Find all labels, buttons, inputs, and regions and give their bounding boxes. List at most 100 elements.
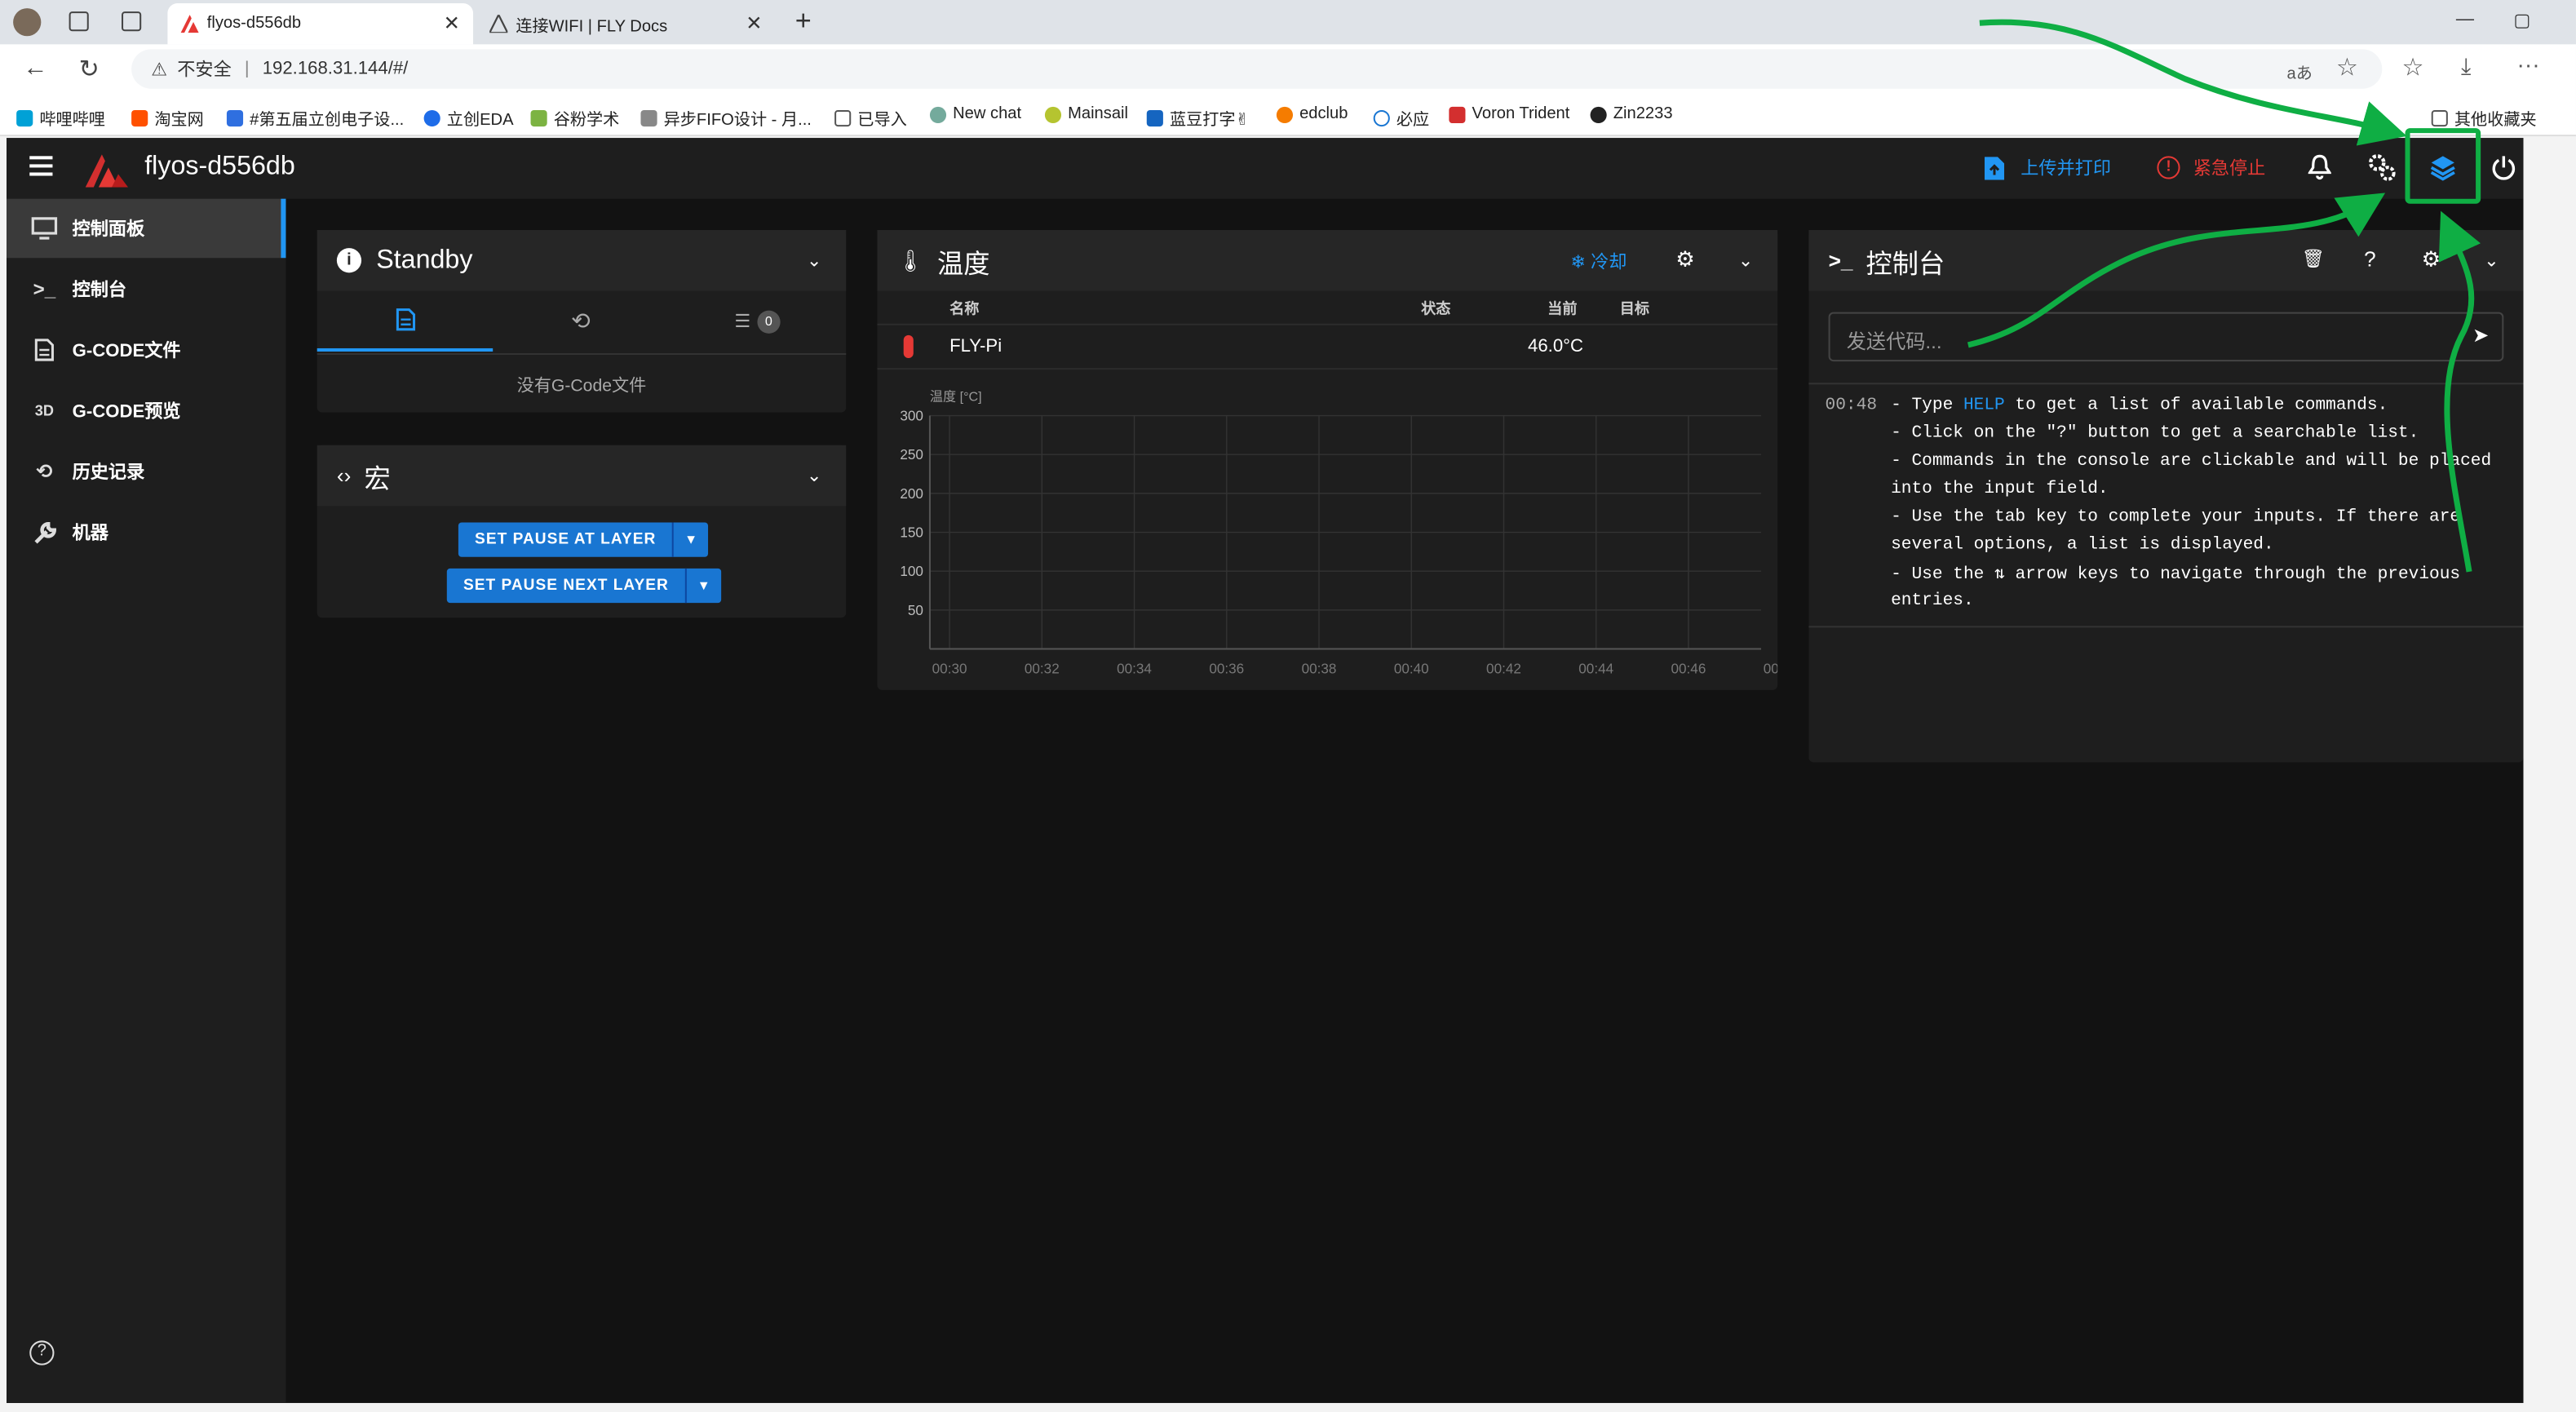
table-row[interactable]: FLY-Pi 46.0°C [877, 323, 1778, 370]
power-icon[interactable] [2490, 154, 2516, 180]
console-command-link[interactable]: HELP [1963, 396, 2005, 415]
console-title: 控制台 [1866, 250, 1945, 279]
chevron-down-icon[interactable]: ⌄ [1738, 250, 1754, 271]
bookmark-item[interactable]: 必应 [1373, 105, 1429, 130]
cooldown-button[interactable]: ❄ 冷却 [1570, 248, 1627, 274]
sidebar: 控制面板 >_ 控制台 G-CODE文件 3D G-CODE预览 ⟲ 历史记录 … [7, 198, 286, 1403]
console-text: - Use the ⇅ arrow keys to navigate throu… [1891, 564, 2461, 585]
temperature-chart: 温度 [°C] 50 100 150 200 250 300 00:30 00:32 00:34 0… [900, 389, 1777, 677]
bookmark-item[interactable]: 淘宝网 [131, 105, 204, 130]
tab-actions-icon[interactable] [122, 11, 142, 32]
set-pause-at-layer-button[interactable]: SET PAUSE AT LAYER ▼ [458, 522, 709, 557]
new-tab-icon[interactable]: + [795, 5, 812, 38]
temperature-panel: 🌡 温度 ❄ 冷却 ⚙ ⌄ 名称 状态 当前 目标 FLY-Pi 46.0°C … [877, 229, 1778, 690]
sidebar-item-machine[interactable]: 机器 [7, 502, 285, 562]
tab-queue[interactable]: ☰ 0 [669, 290, 847, 352]
send-icon[interactable]: ➤ [2472, 324, 2489, 347]
emergency-stop-label: 紧急停止 [2193, 159, 2266, 179]
bookmark-item[interactable]: 蓝豆打字✌ [1146, 105, 1249, 130]
upload-file-icon [1984, 156, 2005, 179]
tab-files[interactable] [316, 290, 494, 352]
upload-print-button[interactable]: 上传并打印 [1984, 154, 2111, 180]
download-icon[interactable]: ⤓ [2461, 52, 2471, 80]
sidebar-item-gcode-viewer[interactable]: 3D G-CODE预览 [7, 381, 285, 440]
y-tick-label: 200 [900, 486, 923, 502]
read-aloud-icon[interactable]: aあ [2286, 60, 2312, 84]
bookmark-item[interactable]: 谷粉学术 [530, 105, 619, 130]
dropdown-caret-icon[interactable]: ▼ [672, 522, 708, 557]
console-icon: >_ [33, 277, 56, 301]
console-line: several options, a list is displayed. [1891, 536, 2274, 556]
bookmark-item[interactable]: Zin2233 [1590, 105, 1673, 123]
more-icon[interactable]: ··· [2516, 51, 2539, 77]
favorites-icon[interactable]: ☆ [2401, 52, 2423, 82]
tab-flyos[interactable]: flyos-d556db ✕ [167, 3, 474, 45]
bell-icon[interactable] [2308, 154, 2331, 180]
macros-panel-header: ‹› 宏 [316, 445, 847, 507]
dropdown-caret-icon[interactable]: ▼ [685, 568, 721, 604]
url-text: 192.168.31.144/#/ [262, 59, 409, 79]
upload-print-label: 上传并打印 [2021, 159, 2111, 179]
button-label: SET PAUSE NEXT LAYER [463, 576, 669, 595]
profile-avatar[interactable] [13, 8, 42, 37]
sidebar-item-console[interactable]: >_ 控制台 [7, 259, 285, 319]
bookmark-item[interactable]: 立创EDA [423, 105, 514, 130]
bookmark-item[interactable]: New chat [929, 105, 1021, 123]
console-line: - Use the ⇅ arrow keys to navigate throu… [1891, 564, 2460, 585]
sidebar-item-label: G-CODE文件 [72, 341, 181, 362]
help-icon[interactable]: ? [29, 1340, 55, 1366]
help-icon[interactable]: ? [2364, 246, 2376, 271]
code-icon: ‹› [336, 463, 352, 489]
sidebar-item-dashboard[interactable]: 控制面板 [7, 198, 286, 259]
col-current: 当前 [1547, 300, 1578, 317]
tab-history[interactable]: ⟲ [493, 290, 668, 352]
workspaces-icon[interactable] [69, 11, 89, 32]
bookmark-item[interactable]: Voron Trident [1449, 105, 1569, 123]
favorite-star-icon[interactable]: ☆ [2336, 52, 2358, 82]
status-panel-header: i Standby [316, 229, 847, 291]
menu-icon[interactable] [29, 156, 53, 176]
bookmark-item[interactable]: edclub [1276, 105, 1348, 123]
close-tab-icon[interactable]: ✕ [746, 11, 762, 34]
tab-fly-docs[interactable]: 连接WIFI | FLY Docs ✕ [476, 3, 776, 44]
bookmark-item[interactable]: 异步FIFO设计 - 月... [640, 105, 812, 130]
bookmark-item[interactable]: Mainsail [1044, 105, 1128, 123]
y-tick-label: 100 [900, 564, 923, 579]
other-bookmarks[interactable]: 其他收藏夹 [2431, 105, 2537, 130]
chevron-down-icon[interactable]: ⌄ [807, 250, 822, 271]
lceda-icon [423, 108, 440, 126]
edclub-icon [1276, 105, 1294, 123]
minimize-icon[interactable]: — [2456, 10, 2474, 29]
sidebar-item-label: 历史记录 [72, 463, 145, 484]
refresh-icon[interactable]: ↻ [79, 54, 100, 83]
trash-icon[interactable]: 🗑 [2302, 248, 2325, 269]
x-tick-label: 00:34 [1117, 662, 1152, 677]
chevron-down-icon[interactable]: ⌄ [807, 465, 822, 486]
bookmark-item[interactable]: 哔哩哔哩 [16, 105, 105, 130]
bookmark-item[interactable]: #第五届立创电子设... [226, 105, 404, 130]
history-icon: ⟲ [36, 459, 53, 484]
sidebar-item-gcode-files[interactable]: G-CODE文件 [7, 321, 285, 380]
sidebar-item-history[interactable]: ⟲ 历史记录 [7, 442, 285, 502]
url-bar[interactable]: ⚠ 不安全 | 192.168.31.144/#/ [131, 49, 2383, 89]
set-pause-next-layer-button[interactable]: SET PAUSE NEXT LAYER ▼ [446, 568, 722, 604]
col-target: 目标 [1619, 300, 1650, 317]
settings-icon[interactable] [2367, 153, 2397, 182]
mainsail-icon [180, 15, 199, 33]
temperature-panel-header: 🌡 温度 [877, 229, 1778, 291]
gear-icon[interactable]: ⚙ [1675, 246, 1694, 272]
bookmark-item[interactable]: 已导入 [834, 105, 907, 130]
console-input[interactable]: 发送代码... ➤ [1828, 312, 2504, 362]
close-tab-icon[interactable]: ✕ [444, 11, 460, 34]
back-icon[interactable]: ← [23, 54, 47, 82]
maximize-icon[interactable]: ▢ [2513, 10, 2530, 31]
sensor-current: 46.0°C [1528, 336, 1584, 357]
scholar-icon [530, 108, 547, 126]
gear-icon[interactable]: ⚙ [2422, 246, 2441, 272]
app-title: flyos-d556db [144, 153, 295, 181]
console-text: - Commands in the console are clickable … [1891, 451, 2492, 472]
canvas: flyos-d556db ✕ 连接WIFI | FLY Docs ✕ + — ▢… [0, 0, 2576, 1412]
status-panel: i Standby ⌄ ⟲ ☰ 0 没有G-Code文件 [316, 229, 847, 413]
chevron-down-icon[interactable]: ⌄ [2484, 250, 2499, 271]
emergency-stop-button[interactable]: ! 紧急停止 [2157, 154, 2265, 180]
